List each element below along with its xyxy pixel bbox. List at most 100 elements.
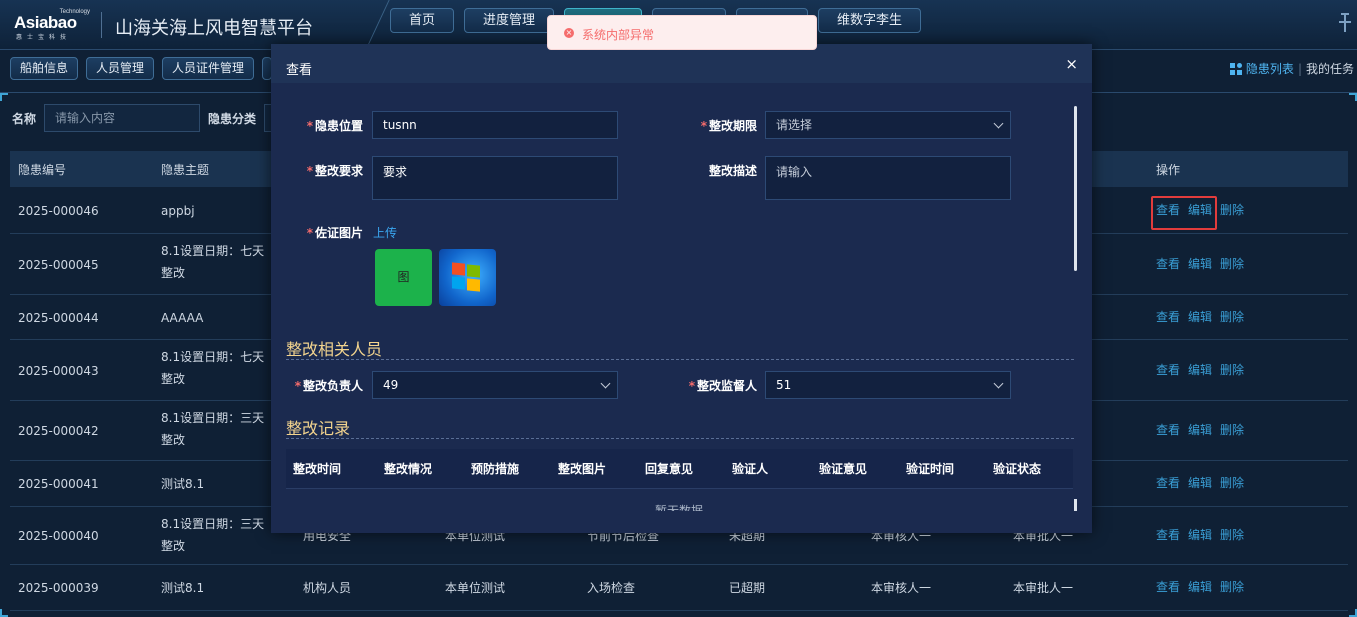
cell-id: 2025-000039: [18, 581, 99, 595]
my-tasks-link[interactable]: 我的任务: [1306, 60, 1354, 77]
record-th-time: 整改时间: [293, 462, 342, 476]
error-icon: ×: [564, 28, 574, 38]
cell-c5: 入场检查: [587, 581, 636, 595]
edit-button[interactable]: 编辑: [1188, 361, 1212, 378]
row-actions: 查看 编辑 删除: [1156, 474, 1244, 491]
modal-scrollbar[interactable]: [1074, 106, 1077, 271]
record-th-status: 整改情况: [384, 462, 433, 476]
right-links: 隐患列表 | 我的任务: [1229, 60, 1354, 77]
cell-id: 2025-000041: [18, 477, 99, 491]
view-button[interactable]: 查看: [1156, 474, 1180, 491]
people-section-title: 整改相关人员: [286, 340, 383, 359]
search-bar: 名称 请输入内容 隐患分类: [12, 104, 285, 132]
subnav-certificates[interactable]: 人员证件管理: [162, 57, 255, 80]
corner-deco: [1349, 93, 1357, 101]
row-actions: 查看 编辑 删除: [1156, 526, 1244, 543]
view-modal: 查看 × * 隐患位置 tusnn * 整改期限 请选择 * 整改要求 要求 整改描述…: [271, 44, 1092, 533]
edit-button[interactable]: 编辑: [1188, 255, 1212, 272]
corner-deco: [0, 93, 8, 101]
view-button[interactable]: 查看: [1156, 421, 1180, 438]
subnav-personnel[interactable]: 人员管理: [86, 57, 155, 80]
delete-button[interactable]: 删除: [1220, 308, 1244, 325]
owner-label: * 整改负责人: [294, 379, 363, 393]
requirement-textarea[interactable]: 要求: [372, 156, 618, 200]
nav-tab-home[interactable]: 首页: [390, 8, 455, 33]
supervisor-label: * 整改监督人: [688, 379, 757, 393]
deadline-placeholder: 请选择: [776, 118, 813, 132]
logo: Technology Asiabao 惠士宝科技: [14, 9, 90, 41]
location-label: * 隐患位置: [306, 119, 363, 133]
delete-button[interactable]: 删除: [1220, 526, 1244, 543]
delete-button[interactable]: 删除: [1220, 361, 1244, 378]
edit-button[interactable]: 编辑: [1188, 421, 1212, 438]
cell-id: 2025-000045: [18, 258, 99, 272]
cell-id: 2025-000046: [18, 204, 99, 218]
header-divider: [101, 12, 102, 38]
row-actions: 查看 编辑 删除: [1156, 578, 1244, 595]
edit-button[interactable]: 编辑: [1188, 526, 1212, 543]
edit-button[interactable]: 编辑: [1188, 578, 1212, 595]
upload-link[interactable]: 上传: [373, 224, 397, 241]
cell-c7: 本审核人一: [871, 581, 932, 595]
delete-button[interactable]: 删除: [1220, 578, 1244, 595]
cell-c6: 已超期: [729, 581, 766, 595]
description-textarea[interactable]: 请输入: [765, 156, 1011, 200]
view-button[interactable]: 查看: [1156, 308, 1180, 325]
sub-nav: 船舶信息 人员管理 人员证件管理: [10, 57, 273, 80]
chevron-down-icon: [993, 118, 1004, 129]
row-actions: 查看 编辑 删除: [1156, 421, 1244, 438]
delete-button[interactable]: 删除: [1220, 201, 1244, 218]
delete-button[interactable]: 删除: [1220, 474, 1244, 491]
cell-topic: 测试8.1: [161, 581, 205, 595]
edit-button[interactable]: 编辑: [1188, 474, 1212, 491]
name-search-input[interactable]: 请输入内容: [44, 104, 201, 132]
evidence-image-2[interactable]: [439, 249, 496, 306]
edit-button[interactable]: 编辑: [1188, 308, 1212, 325]
category-label: 隐患分类: [208, 111, 257, 126]
cell-topic: AAAAA: [161, 311, 204, 325]
user-icon[interactable]: [1335, 10, 1357, 36]
cell-topic: 8.1设置日期：三天整改: [161, 517, 265, 553]
supervisor-select[interactable]: 51: [765, 371, 1011, 399]
view-button[interactable]: 查看: [1156, 361, 1180, 378]
location-input[interactable]: tusnn: [372, 111, 618, 139]
logo-brand: Asiabao: [14, 13, 77, 32]
highlight-box: [1151, 196, 1217, 230]
cell-id: 2025-000042: [18, 424, 99, 438]
inner-scrollbar[interactable]: [1074, 499, 1077, 511]
cell-c3: 机构人员: [303, 581, 352, 595]
corner-deco: [1349, 609, 1357, 617]
deadline-select[interactable]: 请选择: [765, 111, 1011, 139]
windows-logo-icon: [452, 262, 482, 292]
evidence-image-1[interactable]: 图: [375, 249, 432, 306]
record-th-verify-time: 验证时间: [906, 462, 955, 476]
view-button[interactable]: 查看: [1156, 255, 1180, 272]
row-actions: 查看 编辑 删除: [1156, 255, 1244, 272]
chevron-down-icon: [993, 378, 1004, 389]
deadline-label: * 整改期限: [700, 119, 757, 133]
record-th-verifier: 验证人: [732, 462, 769, 476]
subnav-ship-info[interactable]: 船舶信息: [10, 57, 79, 80]
row-actions: 查看 编辑 删除: [1156, 308, 1244, 325]
logo-subtext: 惠士宝科技: [16, 34, 72, 41]
record-th-images: 整改图片: [558, 462, 607, 476]
header-decoration: [348, 0, 390, 50]
close-icon[interactable]: ×: [1065, 57, 1078, 72]
nav-tab-progress[interactable]: 进度管理: [464, 8, 555, 33]
section-divider: [286, 438, 1074, 439]
error-toast: × 系统内部异常: [547, 15, 817, 50]
nav-tab-digital-twin[interactable]: 维数字李生: [818, 8, 922, 33]
owner-select[interactable]: 49: [372, 371, 618, 399]
description-label: 整改描述: [708, 164, 757, 178]
modal-clip: [286, 511, 1073, 533]
toast-message: 系统内部异常: [582, 28, 655, 42]
delete-button[interactable]: 删除: [1220, 421, 1244, 438]
view-button[interactable]: 查看: [1156, 526, 1180, 543]
delete-button[interactable]: 删除: [1220, 255, 1244, 272]
th-id: 隐患编号: [18, 163, 67, 177]
hazard-list-link[interactable]: 隐患列表: [1246, 60, 1294, 77]
record-th-verify-opinion: 验证意见: [819, 462, 868, 476]
cell-topic: 8.1设置日期：七天整改: [161, 350, 265, 386]
cell-id: 2025-000043: [18, 364, 99, 378]
view-button[interactable]: 查看: [1156, 578, 1180, 595]
